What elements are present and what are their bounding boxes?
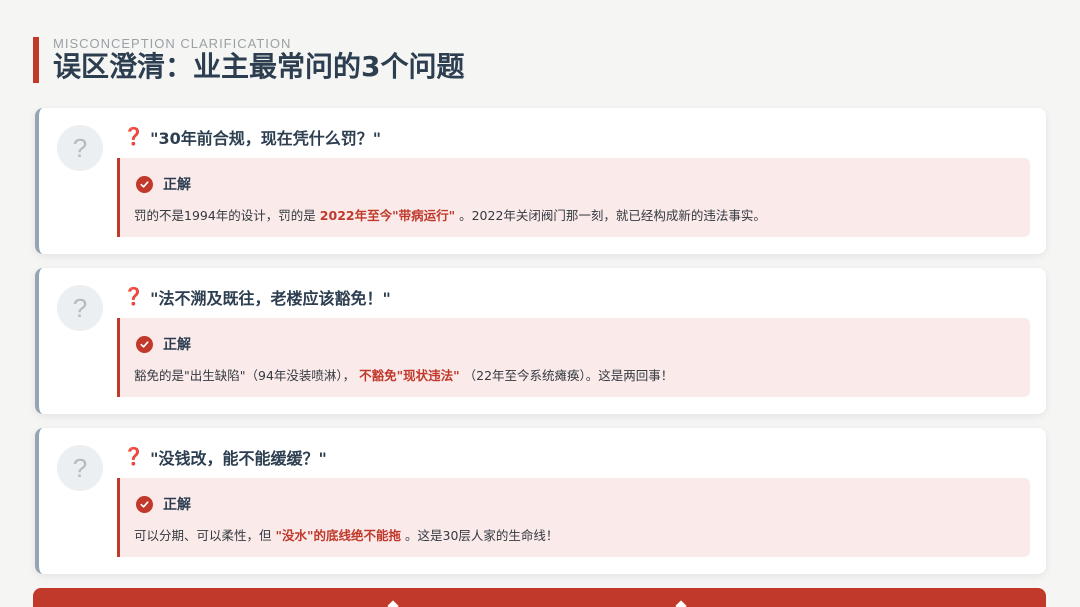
answer-text-before: 可以分期、可以柔性，但: [134, 528, 276, 543]
question-circle-icon: ?: [57, 445, 103, 491]
answer-text: 豁免的是"出生缺陷"（94年没装喷淋）， 不豁免"现状违法" （22年至今系统瘫…: [134, 365, 673, 384]
question-text: "没钱改，能不能缓缓？": [150, 449, 327, 468]
question-circle-icon: ?: [57, 125, 103, 171]
answer-text-before: 罚的不是1994年的设计，罚的是: [134, 208, 320, 223]
question-line: ❓ "法不溯及既往，老楼应该豁免！": [123, 285, 391, 309]
question-mark-icon: ❓: [123, 447, 145, 467]
faq-card-1: ? ❓ "30年前合规，现在凭什么罚？" 正解 罚的不是1994年的设计，罚的是…: [35, 108, 1046, 254]
check-circle-icon: [136, 335, 153, 353]
answer-text-before: 豁免的是"出生缺陷"（94年没装喷淋），: [134, 368, 360, 383]
question-mark-icon: ❓: [123, 287, 145, 307]
answer-header: 正解: [136, 334, 191, 354]
check-circle-icon: [136, 495, 153, 513]
faq-card-2: ? ❓ "法不溯及既往，老楼应该豁免！" 正解 豁免的是"出生缺陷"（94年没装…: [35, 268, 1046, 414]
answer-highlight: "没水"的底线绝不能拖: [275, 528, 402, 543]
question-circle-icon: ?: [57, 285, 103, 331]
question-line: ❓ "没钱改，能不能缓缓？": [123, 445, 327, 469]
answer-label: 正解: [163, 497, 191, 513]
page-title: 误区澄清：业主最常问的3个问题: [53, 50, 465, 83]
header: MISCONCEPTION CLARIFICATION 误区澄清：业主最常问的3…: [33, 37, 464, 83]
answer-highlight: 2022年至今"带病运行": [319, 208, 456, 223]
answer-box: 正解 罚的不是1994年的设计，罚的是 2022年至今"带病运行" 。2022年…: [117, 158, 1030, 237]
check-circle-icon: [136, 175, 153, 193]
answer-text: 可以分期、可以柔性，但 "没水"的底线绝不能拖 。这是30层人家的生命线！: [134, 525, 558, 544]
answer-text-after: 。这是30层人家的生命线！: [401, 528, 559, 543]
diamond-icon: [675, 600, 687, 607]
header-subtitle: MISCONCEPTION CLARIFICATION: [53, 36, 292, 51]
question-text: "30年前合规，现在凭什么罚？": [150, 129, 382, 148]
answer-box: 正解 可以分期、可以柔性，但 "没水"的底线绝不能拖 。这是30层人家的生命线！: [117, 478, 1030, 557]
question-line: ❓ "30年前合规，现在凭什么罚？": [123, 125, 381, 149]
answer-label: 正解: [163, 337, 191, 353]
answer-text: 罚的不是1994年的设计，罚的是 2022年至今"带病运行" 。2022年关闭阀…: [134, 205, 766, 224]
faq-card-3: ? ❓ "没钱改，能不能缓缓？" 正解 可以分期、可以柔性，但 "没水"的底线绝…: [35, 428, 1046, 574]
answer-label: 正解: [163, 177, 191, 193]
header-accent-bar: [33, 37, 39, 83]
answer-box: 正解 豁免的是"出生缺陷"（94年没装喷淋）， 不豁免"现状违法" （22年至今…: [117, 318, 1030, 397]
question-text: "法不溯及既往，老楼应该豁免！": [150, 289, 391, 308]
question-mark-icon: ❓: [123, 127, 145, 147]
answer-text-after: （22年至今系统瘫痪）。这是两回事！: [459, 368, 674, 383]
answer-header: 正解: [136, 174, 191, 194]
answer-highlight: 不豁免"现状违法": [359, 368, 460, 383]
answer-text-after: 。2022年关闭阀门那一刻，就已经构成新的违法事实。: [455, 208, 766, 223]
diamond-icon: [387, 600, 399, 607]
footer-bar: [33, 588, 1046, 607]
page: MISCONCEPTION CLARIFICATION 误区澄清：业主最常问的3…: [0, 0, 1080, 607]
answer-header: 正解: [136, 494, 191, 514]
